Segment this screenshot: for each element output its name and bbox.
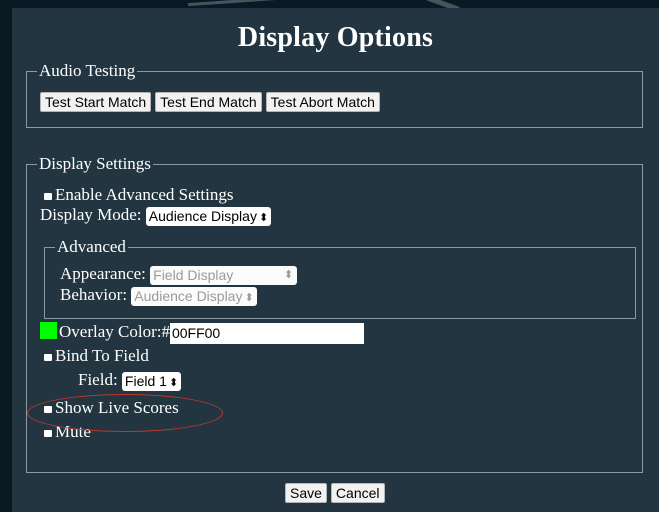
bind-to-field-label: Bind To Field	[55, 346, 149, 365]
display-mode-row: Display Mode: Audience Display ⬍	[40, 205, 272, 226]
overlay-color-label: Overlay Color:#	[59, 322, 170, 341]
select-arrows-icon: ⬍	[244, 291, 254, 304]
highlight-ellipse	[27, 394, 223, 432]
overlay-color-swatch[interactable]	[40, 322, 57, 339]
field-value: Field 1	[124, 372, 167, 389]
appearance-select[interactable]: Field Display ⬍	[150, 265, 298, 285]
save-button[interactable]: Save	[285, 483, 327, 503]
overlay-color-input[interactable]: 00FF00	[169, 322, 364, 344]
behavior-row: Behavior: Audience Display ⬍	[60, 285, 257, 306]
display-mode-select[interactable]: Audience Display ⬍	[145, 206, 272, 226]
test-start-match-button[interactable]: Test Start Match	[40, 92, 152, 112]
cancel-button[interactable]: Cancel	[330, 483, 385, 503]
overlay-color-row: Overlay Color:# 00FF00	[40, 322, 364, 344]
mute-checkbox[interactable]	[44, 430, 52, 437]
test-abort-match-button[interactable]: Test Abort Match	[265, 92, 380, 112]
appearance-row: Appearance: Field Display ⬍	[60, 264, 298, 285]
audio-testing-legend: Audio Testing	[39, 61, 136, 80]
test-end-match-button[interactable]: Test End Match	[155, 92, 262, 112]
select-arrows-icon: ⬍	[258, 211, 269, 224]
select-arrows-icon: ⬍	[283, 268, 294, 281]
behavior-label: Behavior:	[60, 285, 128, 304]
enable-advanced-label: Enable Advanced Settings	[55, 185, 234, 204]
enable-advanced-checkbox[interactable]	[44, 193, 52, 200]
appearance-value: Field Display	[153, 266, 234, 283]
behavior-select[interactable]: Audience Display ⬍	[131, 286, 257, 306]
bind-to-field-checkbox[interactable]	[44, 354, 52, 361]
advanced-legend: Advanced	[57, 237, 126, 256]
display-mode-label: Display Mode:	[40, 205, 142, 224]
select-arrows-icon: ⬍	[168, 376, 179, 389]
field-label: Field:	[78, 370, 118, 389]
field-row: Field: Field 1 ⬍	[78, 370, 182, 391]
audio-testing-buttons: Test Start Match Test End Match Test Abo…	[40, 92, 380, 112]
field-select[interactable]: Field 1 ⬍	[121, 371, 182, 391]
background-streak	[188, 0, 278, 7]
display-settings-legend: Display Settings	[39, 154, 151, 173]
appearance-label: Appearance:	[60, 264, 146, 283]
page-title: Display Options	[237, 22, 434, 53]
enable-advanced-row: Enable Advanced Settings	[44, 185, 233, 205]
display-mode-value: Audience Display	[148, 207, 257, 224]
footer-buttons: Save Cancel	[285, 483, 385, 503]
display-options-panel: Display Options Audio Testing Test Start…	[12, 8, 659, 512]
bind-to-field-row: Bind To Field	[44, 346, 149, 366]
behavior-value: Audience Display	[134, 287, 243, 304]
